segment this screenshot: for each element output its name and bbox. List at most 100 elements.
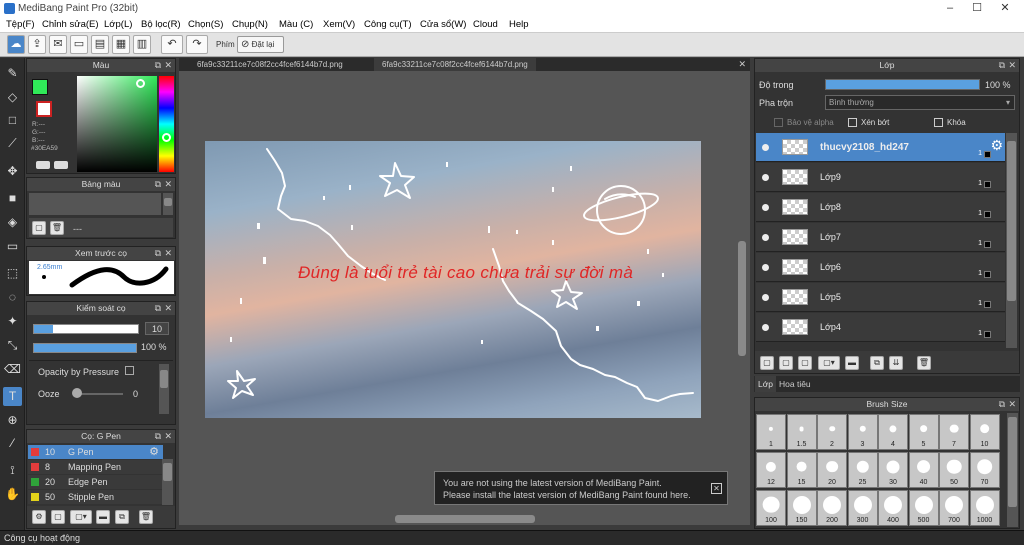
menu-edit[interactable]: Chỉnh sửa(E) [42,19,99,30]
text-tool-icon[interactable]: T [3,387,22,406]
brush-size-slider[interactable] [33,324,139,334]
brush-size-option[interactable]: 300 [847,490,878,526]
gear-icon[interactable]: ⚙ [149,445,159,459]
notice-close-button[interactable]: ✕ [711,483,722,494]
brush-size-option[interactable]: 150 [786,490,817,526]
operation-tool-icon[interactable]: ⊕ [3,411,22,430]
brush-folder-icon[interactable]: ▬ [96,510,110,524]
brush-size-option[interactable]: 20 [817,452,847,488]
color-cursor[interactable] [136,79,145,88]
eyedropper-tool-icon[interactable]: ⟟ [3,461,22,480]
brush-size-option[interactable]: 25 [847,452,878,488]
undo-icon[interactable]: ↶ [161,35,183,54]
new-layer-8bit-icon[interactable]: ▢ [779,356,793,370]
redo-icon[interactable]: ↷ [186,35,208,54]
divide-tool-icon[interactable]: ⁄ [3,434,22,453]
panel-icon[interactable]: ▥ [133,35,151,54]
rectangle-tool-icon[interactable]: □ [3,111,22,130]
menu-file[interactable]: Tệp(F) [6,19,35,30]
dot-pen-tool-icon[interactable]: ⟋ [3,134,22,153]
layer-row[interactable]: Lớp6 1 [756,253,1005,282]
brush-opacity-slider[interactable] [33,343,137,353]
visibility-eye-icon[interactable] [762,264,769,271]
document-icon[interactable]: ▤ [91,35,109,54]
panel-detach-icon[interactable]: ⧉ [155,430,161,443]
brush-size-option[interactable]: 7 [939,414,969,450]
ooze-slider[interactable] [75,393,123,395]
panel-detach-icon[interactable]: ⧉ [155,247,161,260]
brush-size-option[interactable]: 70 [969,452,1000,488]
select-pen-tool-icon[interactable]: ⤡ [3,336,22,355]
brush-size-option[interactable]: 10 [969,414,1000,450]
protect-alpha-checkbox[interactable] [774,118,783,127]
tab-layer[interactable]: Lớp [755,376,777,392]
layer-row[interactable]: Lớp4 1 [756,313,1005,342]
brush-tool-icon[interactable]: ✎ [3,64,22,83]
brush-size-option[interactable]: 1000 [969,490,1000,526]
delete-palette-icon[interactable]: 🗑 [50,221,64,235]
duplicate-brush-icon[interactable]: ⧉ [115,510,129,524]
panel-detach-icon[interactable]: ⧉ [155,302,161,315]
menu-cloud[interactable]: Cloud [473,19,498,30]
menu-filter[interactable]: Bộ lọc(R) [141,19,181,30]
menu-window[interactable]: Cửa sổ(W) [420,19,466,30]
panel-close-icon[interactable]: ✕ [164,247,172,260]
brush-size-option[interactable]: 5 [908,414,939,450]
brush-size-option[interactable]: 15 [786,452,817,488]
minimize-button[interactable]: – [935,0,965,17]
ooze-slider-handle[interactable] [72,388,82,398]
upload-icon[interactable]: ⇪ [28,35,46,54]
panel-detach-icon[interactable]: ⧉ [155,59,161,72]
maximize-button[interactable]: ☐ [962,0,992,17]
delete-layer-icon[interactable]: 🗑 [917,356,931,370]
secondary-color-swatch[interactable] [36,101,52,117]
brush-size-option[interactable]: 40 [908,452,939,488]
layer-opacity-slider[interactable] [825,79,980,90]
brush-size-option[interactable]: 200 [817,490,847,526]
brush-list-scrollbar[interactable] [162,459,173,505]
panel-close-icon[interactable]: ✕ [164,430,172,443]
clipping-checkbox[interactable] [848,118,857,127]
brush-size-option[interactable]: 3 [847,414,878,450]
canvas-vscroll-thumb[interactable] [738,241,746,356]
hue-slider[interactable] [159,76,174,172]
blend-mode-select[interactable]: Bình thường ▾ [825,95,1015,110]
layer-row[interactable]: Lớp8 1 [756,193,1005,222]
brush-item[interactable]: 10 G Pen ⚙ [28,445,163,459]
saturation-value-square[interactable] [77,76,157,172]
brush-size-option[interactable]: 500 [908,490,939,526]
canvas-horizontal-scrollbar[interactable] [179,513,750,525]
menu-help[interactable]: Help [509,19,529,30]
layer-row[interactable]: Lớp5 1 [756,283,1005,312]
brush-item[interactable]: 20 Edge Pen [28,475,163,489]
fill-shape-tool-icon[interactable]: ■ [3,189,22,208]
menu-color[interactable]: Màu (C) [279,19,313,30]
tab-close-icon[interactable]: ✕ [738,58,746,71]
new-palette-icon[interactable]: ▢ [32,221,46,235]
panel-close-icon[interactable]: ✕ [164,59,172,72]
cloud-icon[interactable]: ☁ [7,35,25,54]
gear-icon[interactable]: ⚙ [990,137,1003,154]
close-button[interactable]: ✕ [990,0,1020,17]
gradient-tool-icon[interactable]: ▭ [3,237,22,256]
canvas-vertical-scrollbar[interactable] [736,71,748,513]
color-picker-button[interactable] [54,161,68,169]
visibility-eye-icon[interactable] [762,234,769,241]
duplicate-layer-icon[interactable]: ⧉ [870,356,884,370]
panel-close-icon[interactable]: ✕ [164,302,172,315]
eraser-tool-icon[interactable]: ◇ [3,88,22,107]
layer-row[interactable]: thucvy2108_hd247 1 ⚙ [756,133,1005,162]
visibility-eye-icon[interactable] [762,144,769,151]
brush-size-option[interactable]: 2 [817,414,847,450]
panel-detach-icon[interactable]: ⧉ [155,178,161,191]
delete-brush-icon[interactable]: 🗑 [139,510,153,524]
palette-scrollbar[interactable] [163,193,173,215]
panel-close-icon[interactable]: ✕ [164,178,172,191]
menu-select[interactable]: Chọn(S) [188,19,223,30]
brush-settings-icon[interactable]: ⚙ [32,510,46,524]
opacity-pressure-checkbox[interactable] [125,366,134,375]
magic-wand-tool-icon[interactable]: ✦ [3,312,22,331]
brush-size-option[interactable]: 1 [756,414,786,450]
hand-tool-icon[interactable]: ✋ [3,485,22,504]
primary-color-swatch[interactable] [32,79,48,95]
